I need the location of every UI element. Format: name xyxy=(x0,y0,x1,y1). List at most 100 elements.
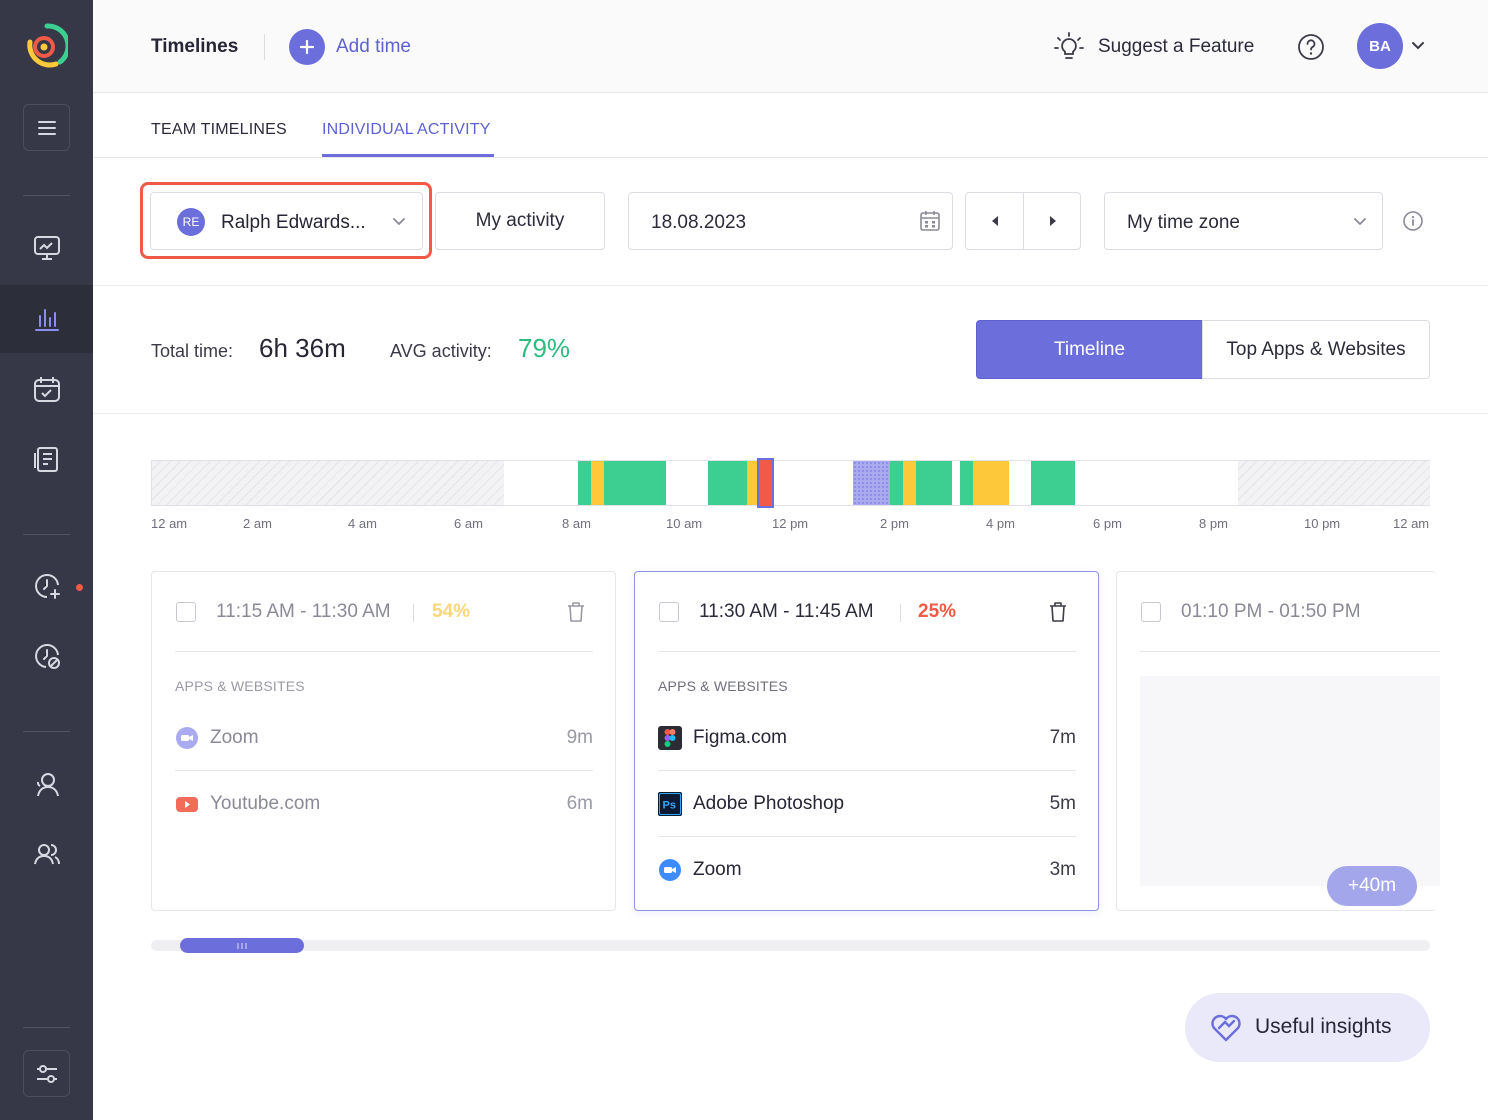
timeline-tick: 8 pm xyxy=(1199,516,1228,531)
chevron-down-icon[interactable] xyxy=(1411,40,1425,52)
activity-percent: 25% xyxy=(918,601,957,622)
timeline-tick: 4 pm xyxy=(986,516,1015,531)
clock-plus-icon xyxy=(34,574,60,599)
time-slot-card[interactable]: 11:15 AM - 11:30 AM 54% APPS & WEBSITES … xyxy=(151,571,616,911)
sidebar-item-time-off[interactable] xyxy=(0,622,93,690)
suggest-feature-link[interactable]: Suggest a Feature xyxy=(1098,36,1254,58)
date-picker[interactable]: 18.08.2023 xyxy=(628,192,953,250)
activity-block[interactable] xyxy=(578,461,591,505)
row-divider xyxy=(175,770,593,771)
cards-scroll-thumb[interactable] xyxy=(180,938,304,953)
menu-toggle-button[interactable] xyxy=(23,104,70,151)
timeline-tick: 2 pm xyxy=(880,516,909,531)
view-top-apps-button[interactable]: Top Apps & Websites xyxy=(1202,320,1430,379)
row-divider xyxy=(658,770,1076,771)
activity-block[interactable] xyxy=(916,461,952,505)
tab-individual-activity[interactable]: INDIVIDUAL ACTIVITY xyxy=(322,121,491,139)
chevron-down-icon xyxy=(1354,218,1366,226)
zoom-icon xyxy=(659,859,681,881)
add-time-link[interactable]: Add time xyxy=(336,36,411,58)
app-duration: 5m xyxy=(1049,793,1076,814)
sidebar xyxy=(0,0,93,1120)
trash-icon[interactable] xyxy=(1048,601,1068,623)
grip-icon xyxy=(237,942,247,949)
activity-block[interactable] xyxy=(973,461,1009,505)
zoom-icon xyxy=(176,727,198,749)
timeline-tick: 12 pm xyxy=(772,516,809,531)
app-duration: 6m xyxy=(566,793,593,814)
user-avatar[interactable]: BA xyxy=(1357,23,1403,69)
cards-scroll-track[interactable] xyxy=(151,940,1430,951)
calendar-icon[interactable] xyxy=(919,210,941,232)
sidebar-divider xyxy=(23,534,70,535)
user-select-value: Ralph Edwards... xyxy=(221,212,366,233)
timeline-tick: 6 am xyxy=(454,516,483,531)
time-slot-card[interactable]: 01:10 PM - 01:50 PM +40m xyxy=(1116,571,1440,911)
select-checkbox[interactable] xyxy=(1141,602,1161,622)
useful-insights-button[interactable]: Useful insights xyxy=(1185,993,1430,1062)
prev-day-button[interactable] xyxy=(990,215,1000,227)
app-name: Youtube.com xyxy=(210,793,321,814)
add-time-button[interactable] xyxy=(289,29,325,65)
sidebar-item-timelines[interactable] xyxy=(0,285,93,353)
app-row: Ps Adobe Photoshop 5m xyxy=(658,792,1076,858)
info-icon[interactable] xyxy=(1402,210,1424,232)
filter-bar: RE Ralph Edwards... My activity 18.08.20… xyxy=(93,158,1488,286)
card-divider xyxy=(900,604,901,622)
activity-block[interactable] xyxy=(591,461,604,505)
figma-icon xyxy=(658,726,682,750)
heart-icon xyxy=(1211,1014,1241,1042)
activity-block[interactable] xyxy=(960,461,973,505)
user-icon xyxy=(36,773,59,797)
sidebar-item-member[interactable] xyxy=(0,751,93,819)
tab-team-timelines[interactable]: TEAM TIMELINES xyxy=(151,121,287,139)
header-divider xyxy=(264,34,265,60)
selected-activity-block[interactable] xyxy=(757,458,774,508)
avg-activity-value: 79% xyxy=(518,333,571,363)
activity-block[interactable] xyxy=(708,461,747,505)
activity-percent: 54% xyxy=(432,601,471,622)
activity-block[interactable] xyxy=(1031,461,1075,505)
time-range: 11:15 AM - 11:30 AM xyxy=(216,601,391,622)
next-day-button[interactable] xyxy=(1048,215,1058,227)
app-name: Adobe Photoshop xyxy=(693,793,845,814)
view-timeline-button[interactable]: Timeline xyxy=(976,320,1203,379)
timeline-tick: 10 pm xyxy=(1304,516,1341,531)
help-icon[interactable] xyxy=(1297,33,1325,61)
activity-block[interactable] xyxy=(903,461,916,505)
time-slot-card-selected[interactable]: 11:30 AM - 11:45 AM 25% APPS & WEBSITES … xyxy=(634,571,1099,911)
activity-block[interactable] xyxy=(890,461,903,505)
card-divider xyxy=(658,651,1076,652)
sidebar-divider xyxy=(23,1027,70,1028)
document-icon xyxy=(33,447,58,472)
my-activity-button[interactable]: My activity xyxy=(435,192,605,250)
apps-websites-label: APPS & WEBSITES xyxy=(658,678,788,694)
activity-timeline[interactable] xyxy=(151,458,1430,508)
time-range: 11:30 AM - 11:45 AM xyxy=(699,601,874,622)
total-time-value: 6h 36m xyxy=(259,333,346,363)
date-value: 18.08.2023 xyxy=(651,212,747,233)
sidebar-item-dashboard[interactable] xyxy=(0,214,93,282)
activity-block[interactable] xyxy=(604,461,666,505)
logo-icon[interactable] xyxy=(26,22,68,70)
select-checkbox[interactable] xyxy=(176,602,196,622)
sidebar-item-reports[interactable] xyxy=(0,425,93,493)
trash-icon[interactable] xyxy=(566,601,586,623)
user-select[interactable]: RE Ralph Edwards... xyxy=(150,192,423,250)
select-checkbox[interactable] xyxy=(659,602,679,622)
sidebar-item-team[interactable] xyxy=(0,820,93,888)
manual-time-block[interactable] xyxy=(853,461,890,505)
extra-time-badge[interactable]: +40m xyxy=(1327,866,1417,906)
time-zone-select[interactable]: My time zone xyxy=(1104,192,1383,250)
activity-block[interactable] xyxy=(747,461,757,505)
tab-bar: TEAM TIMELINES INDIVIDUAL ACTIVITY xyxy=(93,93,1488,158)
row-divider xyxy=(658,836,1076,837)
calendar-check-icon xyxy=(33,377,60,402)
sidebar-item-calendar[interactable] xyxy=(0,355,93,423)
settings-button[interactable] xyxy=(23,1050,70,1097)
timeline-tick: 8 am xyxy=(562,516,591,531)
app-row: Youtube.com 6m xyxy=(175,792,593,858)
lightbulb-icon[interactable] xyxy=(1053,31,1085,63)
manual-time-area: +40m xyxy=(1140,676,1440,906)
photoshop-icon: Ps xyxy=(658,792,682,816)
